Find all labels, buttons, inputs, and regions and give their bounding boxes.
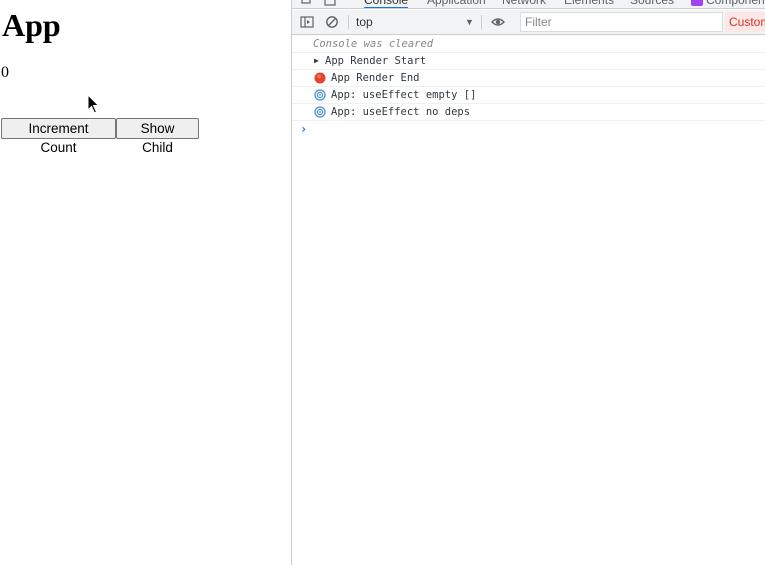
- show-child-button[interactable]: Show Child: [116, 118, 199, 155]
- filter-input[interactable]: [520, 12, 723, 32]
- devtools-tab-bar: Console Application Network Elements Sou…: [292, 0, 765, 9]
- log-entry[interactable]: ▶ App Render Start: [292, 53, 765, 70]
- log-text: App Render Start: [325, 55, 427, 67]
- tab-sources[interactable]: Sources: [630, 0, 674, 8]
- log-levels-dropdown[interactable]: Custom levels: [725, 12, 765, 32]
- red-circle-icon: [314, 72, 326, 84]
- prompt-caret-icon: ›: [300, 122, 308, 136]
- console-cleared-message: Console was cleared: [292, 36, 765, 53]
- log-entry: App: useEffect no deps: [292, 104, 765, 121]
- log-entry: App Render End: [292, 70, 765, 87]
- tab-application[interactable]: Application: [427, 0, 486, 8]
- chevron-down-icon[interactable]: ▼: [465, 14, 474, 30]
- devtools-panel: Console Application Network Elements Sou…: [291, 0, 765, 565]
- log-text: App: useEffect empty []: [331, 89, 477, 101]
- sidebar-toggle-icon[interactable]: [300, 15, 314, 29]
- spiral-icon: [314, 89, 326, 101]
- console-toolbar: top ▼ Custom levels: [292, 10, 765, 35]
- increment-count-button[interactable]: Increment Count: [1, 118, 116, 155]
- log-text: App Render End: [331, 72, 420, 84]
- app-title: App: [2, 7, 61, 43]
- react-components-icon: [691, 0, 703, 6]
- console-log: Console was cleared ▶ App Render Start A…: [292, 36, 765, 139]
- clear-console-icon[interactable]: [325, 15, 339, 29]
- toolbar-separator: [348, 15, 349, 29]
- device-toolbar-icon[interactable]: [324, 0, 336, 6]
- console-prompt[interactable]: ›: [292, 121, 765, 139]
- tab-network[interactable]: Network: [502, 0, 546, 8]
- context-selector[interactable]: top: [356, 13, 476, 31]
- app-page: App 0 Increment Count Show Child: [0, 0, 291, 565]
- expand-triangle-icon[interactable]: ▶: [314, 53, 319, 69]
- toolbar-separator: [481, 15, 482, 29]
- eye-icon[interactable]: [491, 15, 505, 29]
- inspect-element-icon[interactable]: [301, 0, 313, 6]
- log-text: App: useEffect no deps: [331, 106, 471, 118]
- tab-elements[interactable]: Elements: [564, 0, 614, 8]
- log-entry: App: useEffect empty []: [292, 87, 765, 104]
- tab-console[interactable]: Console: [364, 0, 409, 8]
- mouse-cursor-icon: [87, 94, 100, 114]
- spiral-icon: [314, 106, 326, 118]
- count-value: 0: [1, 64, 9, 81]
- tab-components[interactable]: Components: [706, 0, 765, 8]
